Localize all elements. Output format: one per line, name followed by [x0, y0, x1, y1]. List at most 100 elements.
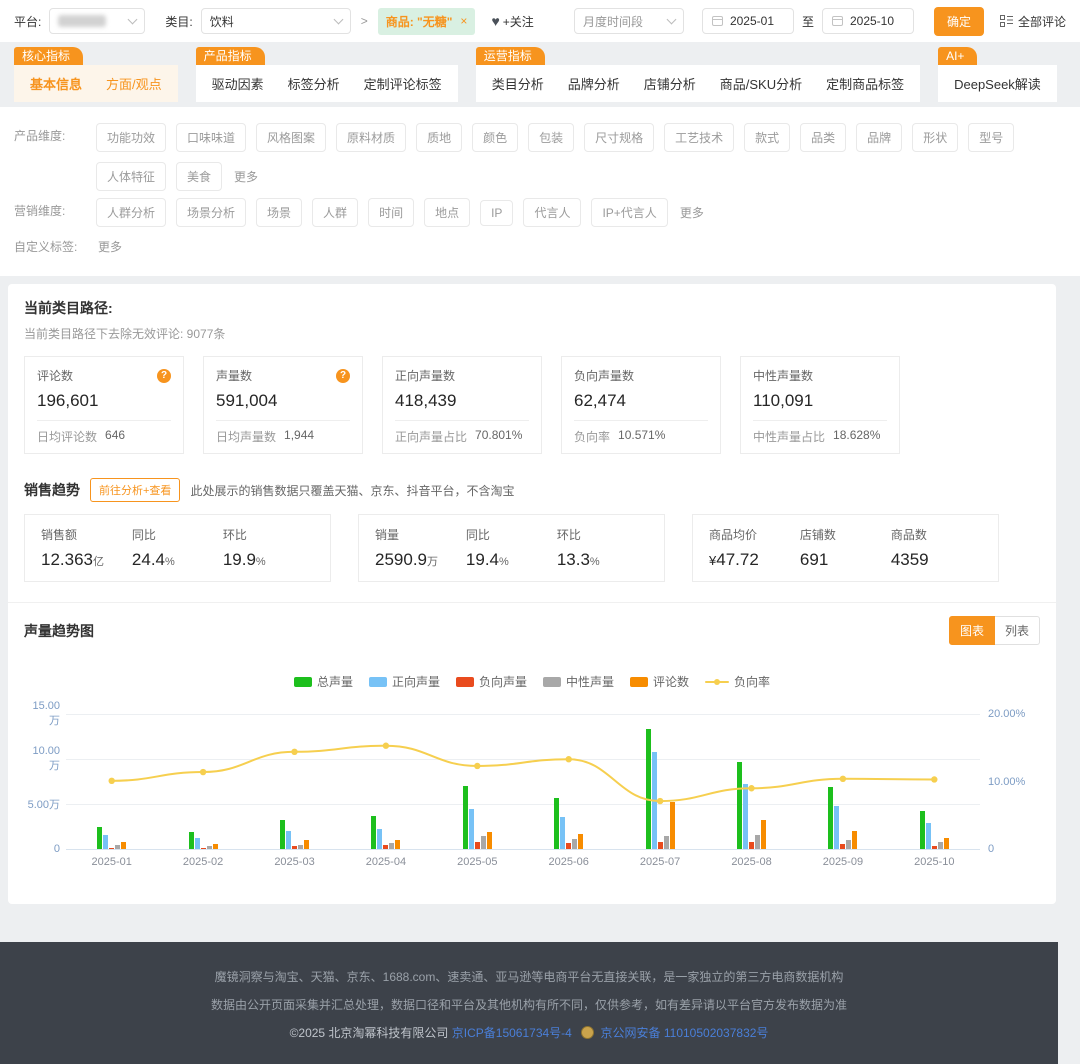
- toggle-列表[interactable]: 列表: [995, 616, 1040, 645]
- point-negative-rate[interactable]: [931, 776, 937, 782]
- filter-chip-场景[interactable]: 场景: [256, 198, 302, 227]
- legend-item-comment-count[interactable]: 评论数: [630, 673, 689, 690]
- line-negative-rate[interactable]: [24, 704, 1038, 882]
- point-negative-rate[interactable]: [109, 778, 115, 784]
- legend-item-positive-volume[interactable]: 正向声量: [369, 673, 440, 690]
- point-negative-rate[interactable]: [474, 763, 480, 769]
- filter-chip-风格图案[interactable]: 风格图案: [256, 123, 326, 152]
- filter-chip-形状[interactable]: 形状: [912, 123, 958, 152]
- date-from-input[interactable]: 2025-01: [702, 8, 794, 34]
- filter-chip-颜色[interactable]: 颜色: [472, 123, 518, 152]
- filter-chip-人体特征[interactable]: 人体特征: [96, 162, 166, 191]
- tab-定制商品标签[interactable]: 定制商品标签: [826, 74, 904, 93]
- volume-chart-title: 声量趋势图: [24, 621, 94, 641]
- sales-metric-value: 19.9%: [223, 550, 314, 570]
- filter-chip-原料材质[interactable]: 原料材质: [336, 123, 406, 152]
- filter-chip-美食[interactable]: 美食: [176, 162, 222, 191]
- tab-DeepSeek解读[interactable]: DeepSeek解读: [954, 74, 1041, 93]
- chevron-down-icon: [333, 15, 343, 25]
- metric-card-footer: 中性声量占比18.628%: [753, 420, 887, 445]
- sales-metric-label: 商品均价: [709, 526, 800, 543]
- period-select-value: 月度时间段: [583, 13, 643, 30]
- period-select[interactable]: 月度时间段: [574, 8, 684, 34]
- legend-swatch: [369, 677, 387, 687]
- filter-chip-时间[interactable]: 时间: [368, 198, 414, 227]
- legend-item-negative-rate[interactable]: 负向率: [705, 673, 770, 690]
- calendar-icon: [832, 16, 843, 26]
- follow-label: +关注: [503, 13, 534, 30]
- help-icon[interactable]: ?: [336, 369, 350, 383]
- tab-品牌分析[interactable]: 品牌分析: [568, 74, 620, 93]
- metric-card-footer: 负向率10.571%: [574, 420, 708, 445]
- point-negative-rate[interactable]: [291, 749, 297, 755]
- more-link[interactable]: 更多: [680, 200, 704, 226]
- metric-card-负向声量数: 负向声量数62,474负向率10.571%: [561, 356, 721, 454]
- all-comments-label: 全部评论: [1018, 13, 1066, 30]
- point-negative-rate[interactable]: [657, 798, 663, 804]
- filter-row-0: 产品维度:功能功效口味味道风格图案原料材质质地颜色包装尺寸规格工艺技术款式品类品…: [14, 123, 1066, 191]
- filter-chip-型号[interactable]: 型号: [968, 123, 1014, 152]
- toggle-图表[interactable]: 图表: [949, 616, 995, 645]
- tab-商品/SKU分析[interactable]: 商品/SKU分析: [720, 74, 802, 93]
- point-negative-rate[interactable]: [383, 743, 389, 749]
- value-number: 19.9: [223, 550, 256, 569]
- point-negative-rate[interactable]: [566, 756, 572, 762]
- filter-chip-人群[interactable]: 人群: [312, 198, 358, 227]
- tab-驱动因素[interactable]: 驱动因素: [212, 74, 264, 93]
- legend-swatch: [543, 677, 561, 687]
- filter-chip-品牌[interactable]: 品牌: [856, 123, 902, 152]
- legend-label: 负向率: [734, 673, 770, 690]
- point-negative-rate[interactable]: [840, 776, 846, 782]
- value-number: 47.72: [716, 550, 759, 569]
- follow-button[interactable]: ♥ +关注: [491, 13, 533, 30]
- tab-店铺分析[interactable]: 店铺分析: [644, 74, 696, 93]
- metric-card-head: 负向声量数: [574, 367, 708, 384]
- filter-chip-地点[interactable]: 地点: [424, 198, 470, 227]
- point-negative-rate[interactable]: [200, 769, 206, 775]
- tag-close-icon[interactable]: ×: [460, 14, 467, 28]
- confirm-button[interactable]: 确定: [934, 7, 984, 36]
- topbar-right: 月度时间段 2025-01 至 2025-10 确定 全部评论: [574, 7, 1066, 36]
- go-analyze-button[interactable]: 前往分析+查看: [90, 478, 180, 502]
- tab-标签分析[interactable]: 标签分析: [288, 74, 340, 93]
- filter-chip-IP+代言人[interactable]: IP+代言人: [591, 198, 667, 227]
- value-unit: 万: [427, 556, 438, 568]
- filter-chip-场景分析[interactable]: 场景分析: [176, 198, 246, 227]
- tab-方面/观点[interactable]: 方面/观点: [106, 74, 162, 93]
- legend-item-neutral-volume[interactable]: 中性声量: [543, 673, 614, 690]
- sales-coverage-note: 此处展示的销售数据只覆盖天猫、京东、抖音平台，不含淘宝: [190, 482, 514, 499]
- police-license-link[interactable]: 京公网安备 11010502037832号: [601, 1026, 769, 1040]
- date-to-input[interactable]: 2025-10: [822, 8, 914, 34]
- filter-chip-款式[interactable]: 款式: [744, 123, 790, 152]
- tab-基本信息[interactable]: 基本信息: [30, 74, 82, 93]
- filter-chip-功能功效[interactable]: 功能功效: [96, 123, 166, 152]
- volume-trend-chart[interactable]: 05.00万10.00万15.00万010.00%20.00%2025-0120…: [24, 704, 1040, 882]
- filter-chip-品类[interactable]: 品类: [800, 123, 846, 152]
- more-link[interactable]: 更多: [98, 234, 122, 260]
- sales-card-0: 销售额12.363亿同比24.4%环比19.9%: [24, 514, 331, 582]
- filter-chip-工艺技术[interactable]: 工艺技术: [664, 123, 734, 152]
- legend-item-negative-volume[interactable]: 负向声量: [456, 673, 527, 690]
- product-keyword-tag[interactable]: 商品: "无糖" ×: [378, 8, 476, 35]
- value-number: 2590.9: [375, 550, 427, 569]
- tab-类目分析[interactable]: 类目分析: [492, 74, 544, 93]
- comments-list-icon: [1000, 15, 1013, 27]
- filter-chip-口味味道[interactable]: 口味味道: [176, 123, 246, 152]
- icp-license-link[interactable]: 京ICP备15061734号-4: [452, 1026, 572, 1040]
- tab-定制评论标签[interactable]: 定制评论标签: [364, 74, 442, 93]
- site-footer: 魔镜洞察与淘宝、天猫、京东、1688.com、速卖通、亚马逊等电商平台无直接关联…: [0, 942, 1058, 1064]
- help-icon[interactable]: ?: [157, 369, 171, 383]
- platform-select[interactable]: [49, 8, 145, 34]
- all-comments-button[interactable]: 全部评论: [1000, 13, 1066, 30]
- metric-card-footer: 日均声量数1,944: [216, 420, 350, 445]
- filter-chip-尺寸规格[interactable]: 尺寸规格: [584, 123, 654, 152]
- filter-chip-质地[interactable]: 质地: [416, 123, 462, 152]
- category-select[interactable]: 饮料: [201, 8, 351, 34]
- point-negative-rate[interactable]: [748, 785, 754, 791]
- legend-item-total-volume[interactable]: 总声量: [294, 673, 353, 690]
- more-link[interactable]: 更多: [234, 164, 258, 190]
- filter-chip-IP[interactable]: IP: [480, 200, 513, 226]
- filter-chip-人群分析[interactable]: 人群分析: [96, 198, 166, 227]
- filter-chip-代言人[interactable]: 代言人: [523, 198, 581, 227]
- filter-chip-包装[interactable]: 包装: [528, 123, 574, 152]
